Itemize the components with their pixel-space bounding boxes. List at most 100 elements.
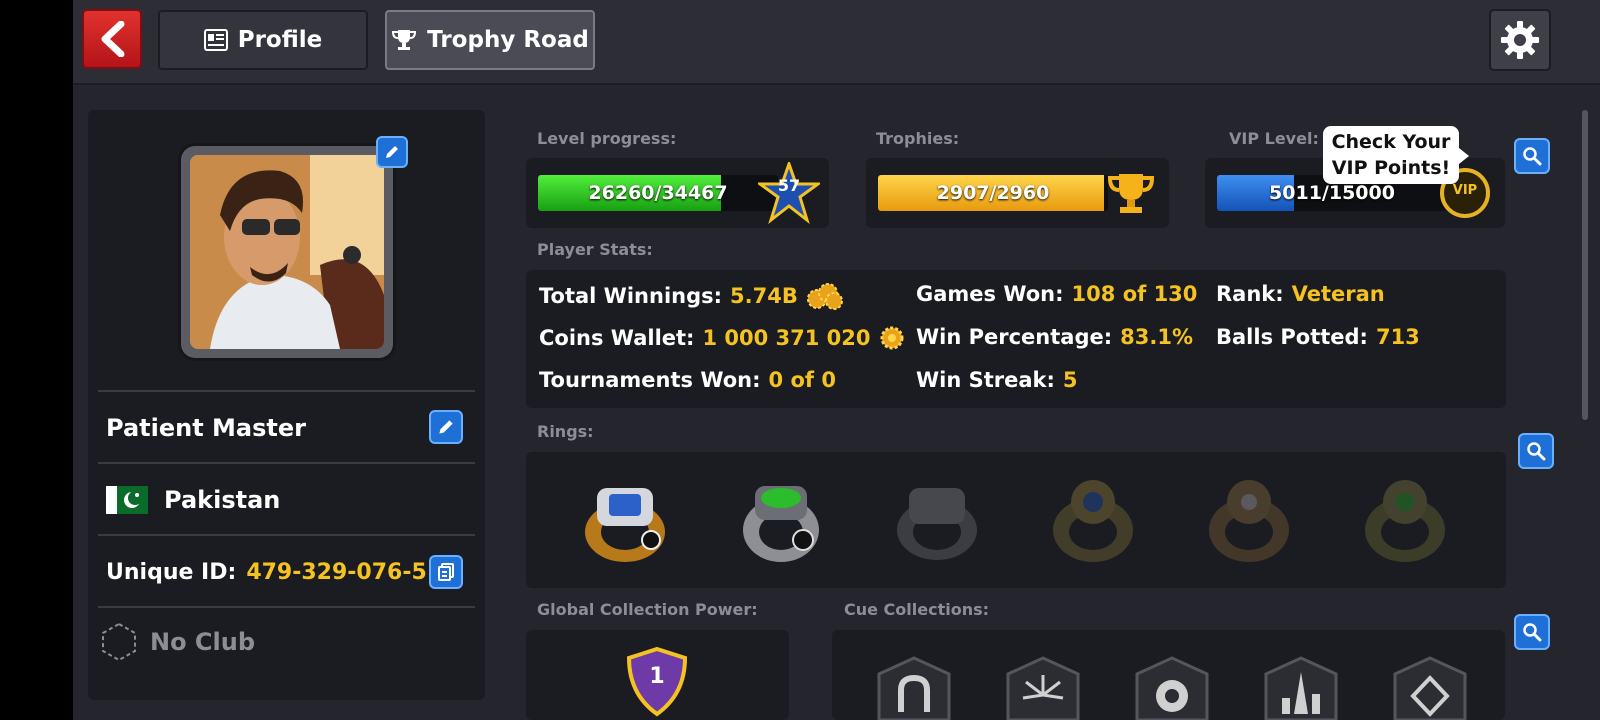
stat-value: 0 of 0 — [768, 368, 836, 392]
player-stats-label: Player Stats: — [537, 240, 653, 259]
cue-collections-label: Cue Collections: — [844, 600, 990, 619]
settings-button[interactable] — [1489, 9, 1551, 71]
stat-label: Balls Potted: — [1216, 325, 1368, 349]
global-collection-card: 1 — [526, 630, 789, 720]
coins-stack-icon — [806, 283, 843, 310]
scrollbar[interactable] — [1582, 110, 1588, 420]
stat-coins-wallet: Coins Wallet: 1 000 371 020 — [539, 325, 905, 351]
country-row: Pakistan — [106, 480, 280, 520]
unique-id-value: 479-329-076-5 — [246, 559, 427, 585]
sydney-ring-icon[interactable] — [731, 470, 831, 570]
edit-name-button[interactable] — [429, 410, 463, 444]
stat-value: 1 000 371 020 — [702, 326, 871, 350]
trophies-card: 2907/2960 — [866, 158, 1169, 228]
divider — [98, 462, 475, 464]
player-name: Patient Master — [106, 414, 306, 442]
lisbon-ring-icon[interactable] — [575, 470, 675, 570]
trophies-text: 2907/2960 — [936, 182, 1050, 204]
trophies-bar: 2907/2960 — [878, 175, 1108, 211]
copy-id-button[interactable] — [429, 555, 463, 589]
magnifier-icon — [1523, 623, 1542, 642]
stat-win-streak: Win Streak: 5 — [916, 368, 1078, 392]
stat-total-winnings: Total Winnings: 5.74B — [539, 282, 844, 310]
stat-games-won: Games Won: 108 of 130 — [916, 282, 1197, 306]
pencil-icon — [439, 420, 453, 434]
tab-trophy-road-label: Trophy Road — [427, 27, 589, 53]
level-progress-label: Level progress: — [537, 129, 677, 148]
stat-rank: Rank: Veteran — [1216, 282, 1385, 306]
avatar-image — [190, 155, 384, 349]
vip-tooltip-line2: VIP Points! — [1331, 157, 1451, 179]
rings-label: Rings: — [537, 422, 594, 441]
cue-collections-search-button[interactable] — [1514, 614, 1550, 650]
unique-id-label: Unique ID: — [106, 559, 237, 585]
game-screen: Profile Trophy Road Patient Master Pakis… — [73, 0, 1600, 720]
player-name-row: Patient Master — [106, 408, 306, 448]
edit-avatar-button[interactable] — [376, 136, 408, 168]
stat-label: Total Winnings: — [539, 284, 723, 308]
stat-value: 5.74B — [730, 284, 798, 308]
stat-value: 5 — [1062, 368, 1078, 392]
club-name: No Club — [150, 628, 256, 656]
divider — [98, 606, 475, 608]
fireworks-icon[interactable] — [998, 650, 1088, 720]
trophies-label: Trophies: — [876, 129, 960, 148]
stat-label: Coins Wallet: — [539, 326, 695, 350]
vip-tooltip[interactable]: Check Your VIP Points! — [1323, 126, 1469, 184]
hexagon-icon — [102, 622, 136, 662]
ring-4-icon[interactable] — [1043, 470, 1143, 570]
trophy-icon — [1107, 174, 1155, 213]
pakistan-flag-icon — [106, 486, 148, 514]
gear-icon — [1501, 21, 1539, 59]
trophy-icon — [392, 30, 417, 50]
global-collection-level: 1 — [649, 664, 665, 689]
ring-3-icon[interactable] — [887, 470, 987, 570]
vip-search-button[interactable] — [1514, 138, 1550, 174]
rings-search-button[interactable] — [1518, 433, 1554, 469]
magnifier-icon — [1523, 147, 1542, 166]
magnifier-icon — [1527, 442, 1546, 461]
stat-label: Tournaments Won: — [539, 368, 761, 392]
ring-6-icon[interactable] — [1355, 470, 1455, 570]
vip-badge-text: VIP — [1452, 183, 1478, 198]
tab-profile[interactable]: Profile — [158, 10, 368, 70]
pencil-icon — [386, 146, 398, 158]
back-button[interactable] — [82, 9, 142, 69]
level-progress-text: 26260/34467 — [588, 182, 728, 204]
level-progress-card: 26260/34467 57 — [526, 158, 829, 228]
vip-tooltip-line1: Check Your — [1331, 131, 1451, 153]
eight-ball-icon[interactable] — [1127, 650, 1217, 720]
country-name: Pakistan — [164, 486, 281, 514]
horseshoe-icon[interactable] — [869, 650, 959, 720]
level-progress-bar: 26260/34467 — [538, 175, 778, 211]
stat-label: Rank: — [1216, 282, 1284, 306]
unique-id-row: Unique ID: 479-329-076-5 — [106, 552, 427, 592]
divider — [98, 534, 475, 536]
avatar[interactable] — [181, 146, 393, 358]
tab-profile-label: Profile — [237, 27, 323, 53]
vip-level-label: VIP Level: — [1229, 129, 1319, 148]
tab-trophy-road[interactable]: Trophy Road — [385, 10, 595, 70]
copy-icon — [438, 563, 454, 581]
stat-tournaments-won: Tournaments Won: 0 of 0 — [539, 368, 836, 392]
global-collection-power-label: Global Collection Power: — [537, 600, 758, 619]
ring-5-icon[interactable] — [1199, 470, 1299, 570]
diamond-icon[interactable] — [1385, 650, 1475, 720]
stat-value: 83.1% — [1120, 325, 1193, 349]
coin-icon — [880, 326, 904, 350]
divider — [98, 390, 475, 392]
top-bar: Profile Trophy Road — [73, 0, 1600, 85]
stat-label: Games Won: — [916, 282, 1064, 306]
stat-label: Win Percentage: — [916, 325, 1113, 349]
stat-value: Veteran — [1291, 282, 1385, 306]
club-row[interactable]: No Club — [98, 622, 255, 662]
stat-win-percentage: Win Percentage: 83.1% — [916, 325, 1193, 349]
stat-value: 713 — [1375, 325, 1420, 349]
stat-label: Win Streak: — [916, 368, 1055, 392]
id-card-icon — [203, 29, 228, 51]
player-card: Patient Master Pakistan Unique ID: 479-3… — [88, 110, 485, 700]
chevron-left-icon — [101, 21, 125, 57]
stat-balls-potted: Balls Potted: 713 — [1216, 325, 1420, 349]
paris-icon[interactable] — [1256, 650, 1346, 720]
stat-value: 108 of 130 — [1071, 282, 1198, 306]
